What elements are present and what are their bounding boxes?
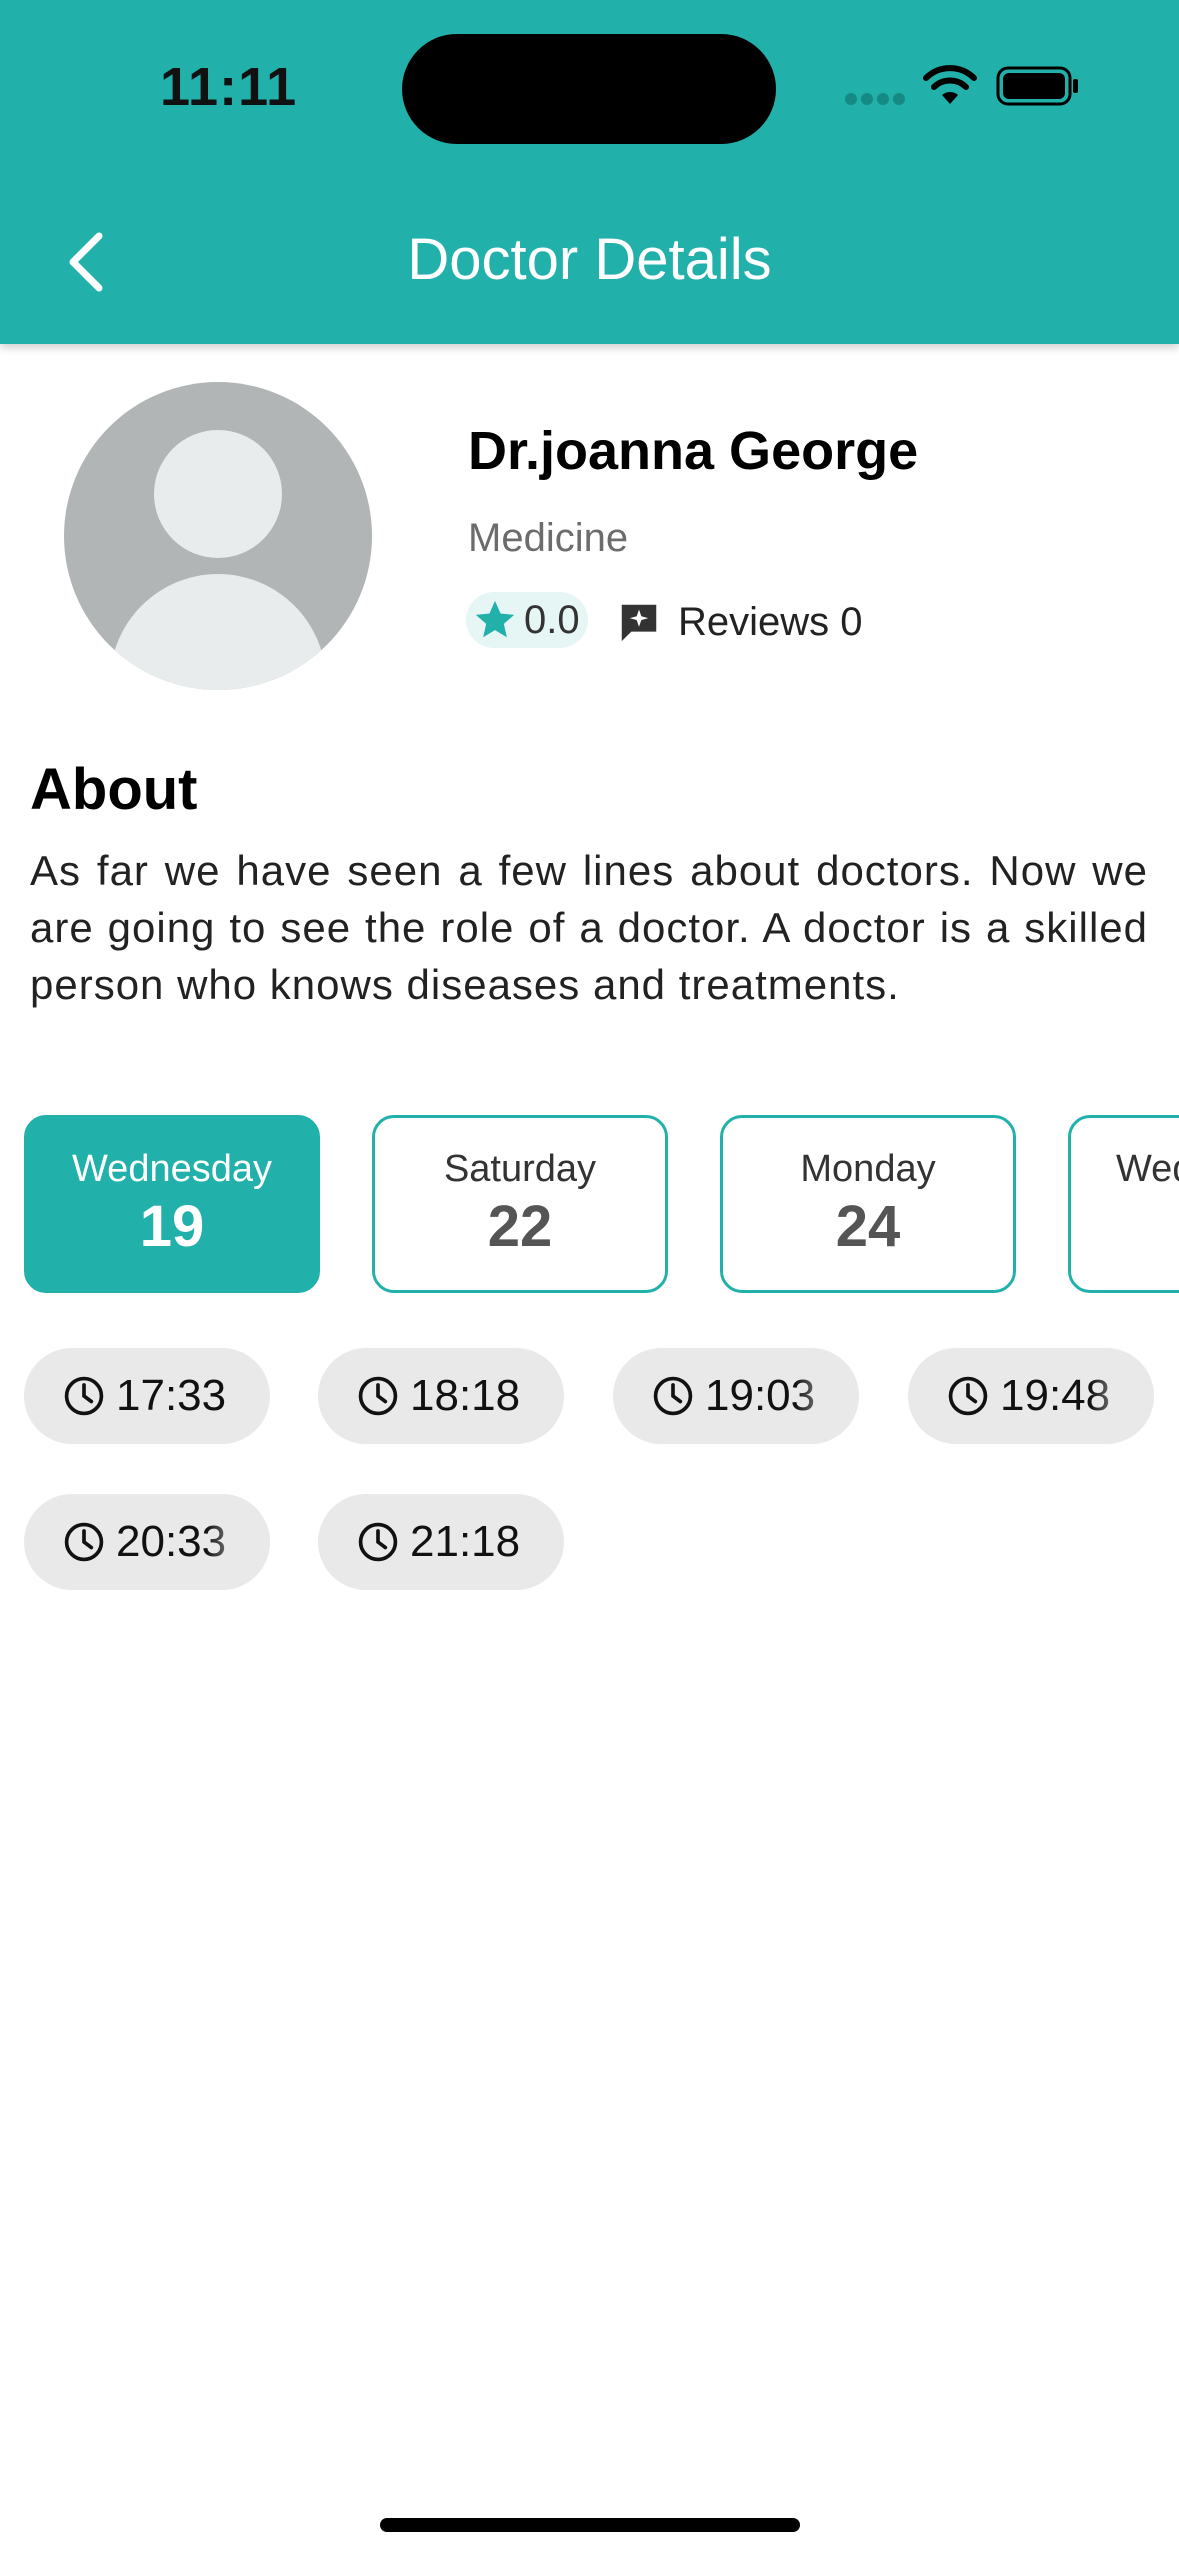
day-date: 24 [835, 1194, 901, 1259]
reviews-label: Reviews 0 [678, 599, 863, 644]
rating-badge: 0.0 [466, 592, 588, 648]
day-name: Wednesday [1116, 1148, 1179, 1190]
app-header: 11:11 Doctor Details [0, 0, 1179, 344]
time-slot[interactable]: 18:18 [318, 1348, 564, 1444]
star-icon [475, 600, 515, 638]
day-date: 22 [487, 1194, 553, 1259]
dynamic-island [402, 34, 776, 144]
clock-icon [358, 1376, 398, 1416]
cellular-signal-icon [845, 92, 909, 108]
clock-icon [948, 1376, 988, 1416]
time-slot[interactable]: 17:33 [24, 1348, 270, 1444]
day-name: Monday [800, 1148, 936, 1190]
doctor-name: Dr.joanna George [468, 421, 919, 481]
day-card-saturday-22[interactable]: Saturday 22 [372, 1115, 668, 1293]
reviews-link[interactable]: Reviews 0 [616, 594, 863, 650]
clock-icon [64, 1522, 104, 1562]
doctor-specialty: Medicine [468, 516, 629, 560]
day-card-monday-24[interactable]: Monday 24 [720, 1115, 1016, 1293]
about-text: As far we have seen a few lines about do… [30, 847, 1148, 1008]
time-slot-label: 17:33 [116, 1371, 227, 1420]
clock-icon [653, 1376, 693, 1416]
home-indicator[interactable] [380, 2518, 800, 2532]
page-title: Doctor Details [407, 227, 772, 292]
about-heading: About [30, 757, 198, 822]
status-bar-time: 11:11 [160, 57, 298, 117]
day-name: Wednesday [72, 1148, 272, 1190]
day-selector: Wednesday 19 Saturday 22 Monday 24 Wedne… [24, 1115, 1179, 1297]
time-slot[interactable]: 19:03 [613, 1348, 859, 1444]
rating-value: 0.0 [524, 597, 580, 642]
day-card-wednesday[interactable]: Wednesday [1068, 1115, 1179, 1293]
doctor-avatar [64, 382, 372, 690]
time-slot-label: 21:18 [410, 1517, 521, 1566]
battery-icon [996, 66, 1078, 106]
time-slot[interactable]: 21:18 [318, 1494, 564, 1590]
wifi-icon [923, 65, 977, 104]
clock-icon [64, 1376, 104, 1416]
review-icon [621, 604, 657, 642]
time-slot[interactable]: 19:48 [908, 1348, 1154, 1444]
time-slot-label: 18:18 [410, 1371, 521, 1420]
day-card-wednesday-19[interactable]: Wednesday 19 [24, 1115, 320, 1293]
clock-icon [358, 1522, 398, 1562]
time-slot[interactable]: 20:33 [24, 1494, 270, 1590]
day-name: Saturday [443, 1148, 597, 1190]
day-date: 19 [139, 1194, 205, 1259]
